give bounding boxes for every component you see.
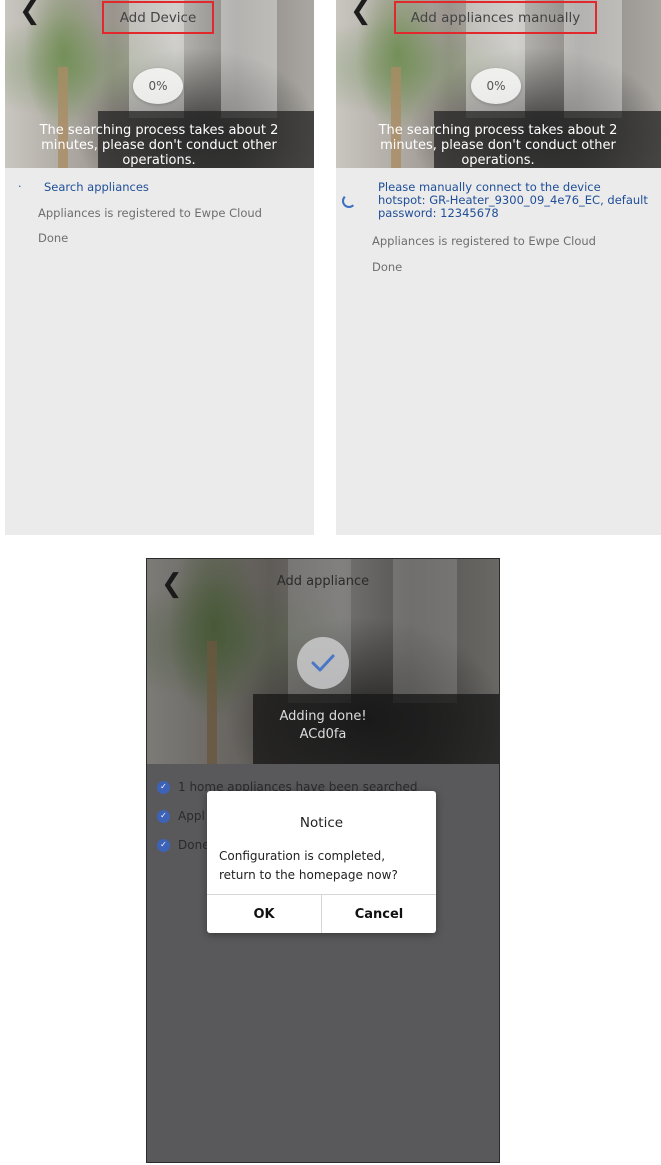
device-name-text: ACd0fa: [299, 727, 347, 742]
adding-done-text: Adding done!: [279, 709, 367, 724]
step-done: Done: [38, 231, 69, 245]
step-bullet: ·: [18, 180, 22, 193]
progress-percent: 0%: [133, 68, 183, 104]
checkmark-icon: [311, 654, 335, 672]
screen-add-manually: ❮ Add appliances manually 0% The searchi…: [336, 0, 661, 535]
page-title-text: Add appliances manually: [410, 9, 581, 26]
list-item-label: Done: [178, 838, 210, 852]
back-arrow-icon[interactable]: ❮: [19, 0, 41, 24]
progress-percent-text: 0%: [486, 79, 506, 93]
ok-button[interactable]: OK: [207, 895, 321, 933]
dialog-title: Notice: [299, 815, 344, 831]
step-manual-connect: Please manually connect to the device ho…: [378, 180, 648, 220]
page-title: Add appliance: [276, 574, 370, 589]
searching-notice: The searching process takes about 2 minu…: [39, 123, 279, 168]
screen-add-device: ❮ Add Device 0% The searching process ta…: [5, 0, 314, 535]
step-registered-cloud: Appliances is registered to Ewpe Cloud: [372, 234, 596, 248]
checkmark-icon: [297, 637, 349, 689]
cancel-button[interactable]: Cancel: [322, 895, 436, 933]
progress-percent-text: 0%: [148, 79, 168, 93]
step-search-appliances: Search appliances: [44, 180, 149, 194]
step-registered-cloud: Appliances is registered to Ewpe Cloud: [38, 206, 262, 220]
page-title-text: Add Device: [119, 9, 197, 26]
screen-add-appliance-complete: ❮ Add appliance Adding done! ACd0fa ✓ 1 …: [146, 558, 500, 1163]
list-item: ✓ Appl: [157, 809, 205, 823]
dialog-message: Configuration is completed, return to th…: [219, 849, 398, 882]
page-title: Add Device: [102, 1, 214, 34]
notice-dialog: Notice Configuration is completed, retur…: [207, 791, 436, 933]
step-done: Done: [372, 260, 403, 274]
progress-percent: 0%: [471, 68, 521, 104]
check-circle-icon: ✓: [157, 838, 170, 852]
check-circle-icon: ✓: [157, 780, 170, 794]
check-circle-icon: ✓: [157, 809, 170, 823]
list-item: ✓ Done: [157, 838, 210, 852]
page-title: Add appliances manually: [394, 1, 597, 34]
back-arrow-icon[interactable]: ❮: [350, 0, 372, 24]
searching-notice: The searching process takes about 2 minu…: [378, 123, 618, 168]
loading-spinner-icon: [342, 194, 356, 208]
list-item-label: Appl: [178, 809, 205, 823]
